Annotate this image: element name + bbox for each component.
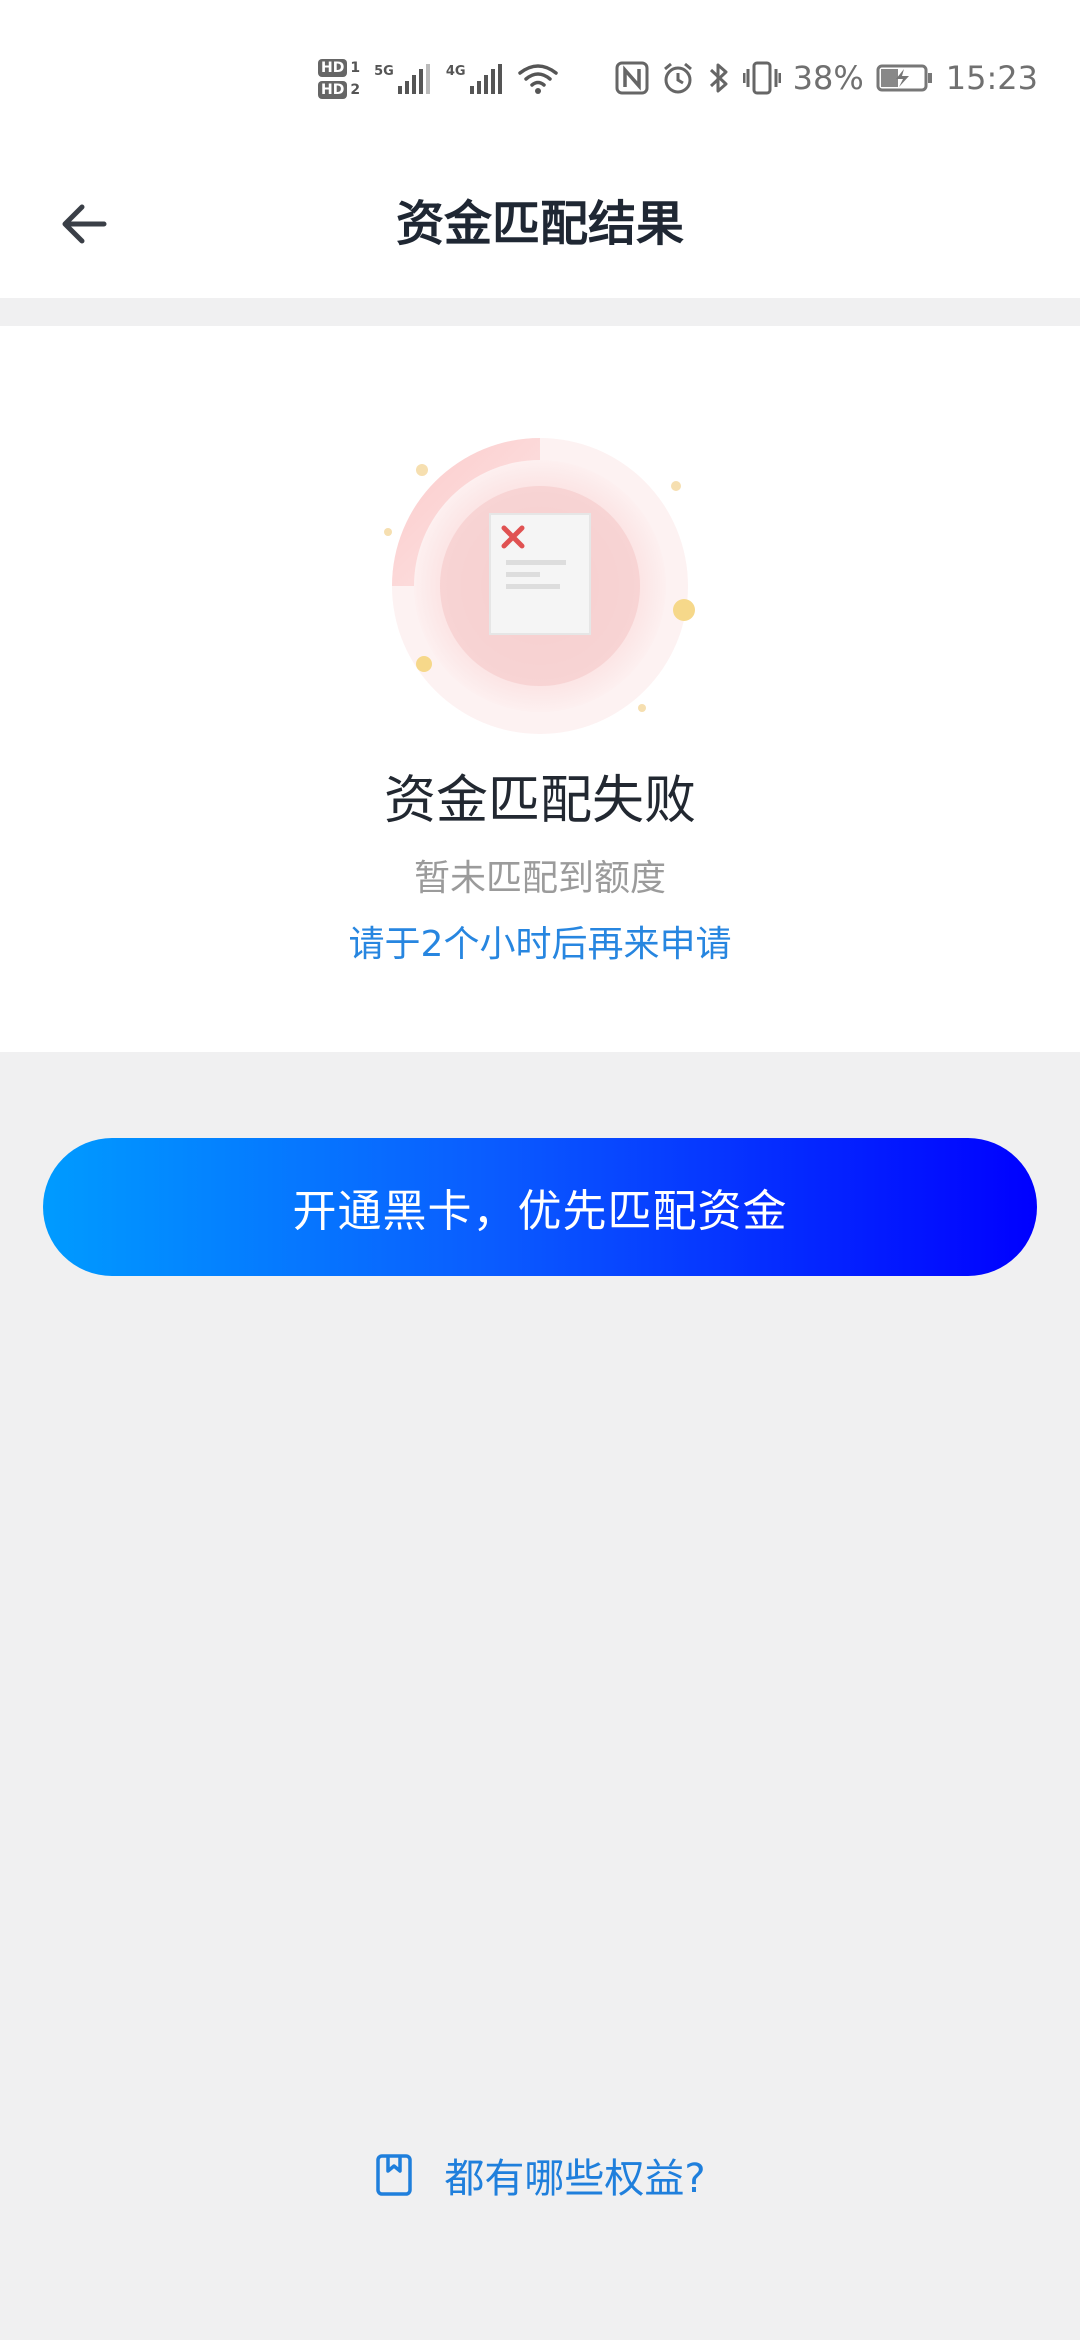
signal-sim1: 5G	[374, 64, 432, 94]
clock: 15:23	[945, 59, 1038, 97]
benefits-label: 都有哪些权益?	[444, 2156, 706, 2202]
status-bar: HD 1 HD 2 5G 4G 38% 15:23	[0, 0, 1080, 150]
nfc-icon	[615, 61, 649, 95]
hd1-label: HD	[318, 59, 348, 77]
signal-sim2: 4G	[446, 64, 504, 94]
open-black-card-button[interactable]: 开通黑卡，优先匹配资金	[43, 1138, 1037, 1276]
vibrate-icon	[742, 61, 781, 95]
hd-indicators: HD 1 HD 2	[318, 59, 360, 99]
hd2-label: HD	[318, 81, 348, 99]
battery-charging-icon	[876, 64, 932, 92]
benefits-link[interactable]: 都有哪些权益?	[0, 2140, 1080, 2210]
page-title: 资金匹配结果	[395, 196, 684, 252]
bookmark-icon	[376, 2154, 413, 2196]
result-card: 资金匹配失败 暂未匹配到额度 请于2个小时后再来申请	[0, 326, 1080, 1052]
signal-bars-icon	[397, 64, 430, 94]
hd-badge-2: HD 2	[318, 81, 360, 99]
signal-bars-icon	[469, 64, 502, 94]
hd-badge-1: HD 1	[318, 59, 360, 77]
battery-percent: 38%	[792, 59, 864, 97]
bluetooth-icon	[709, 63, 728, 93]
status-left: HD 1 HD 2 5G 4G	[318, 44, 558, 114]
page-header: 资金匹配结果	[0, 150, 1080, 298]
document-error-icon	[384, 438, 695, 734]
status-right: 38% 15:23	[615, 50, 1038, 106]
wifi-icon	[517, 64, 558, 94]
alarm-icon	[663, 62, 692, 94]
result-title: 资金匹配失败	[383, 771, 696, 831]
hd1-sim: 1	[350, 60, 361, 76]
result-subtitle: 暂未匹配到额度	[413, 858, 666, 899]
result-hint: 请于2个小时后再来申请	[348, 924, 732, 965]
hd2-sim: 2	[350, 82, 361, 98]
net-type-2: 4G	[445, 64, 466, 79]
net-type-1: 5G	[374, 64, 394, 79]
